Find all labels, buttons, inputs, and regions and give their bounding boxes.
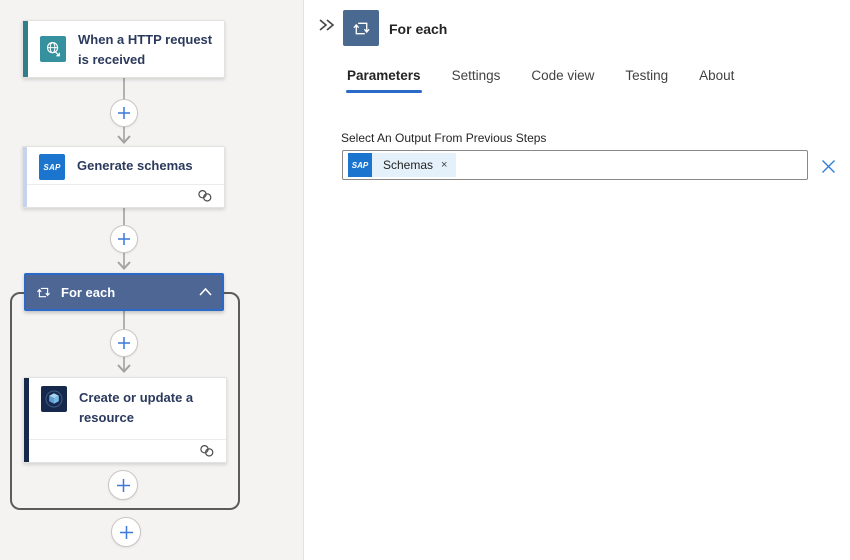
action-card-title: Generate schemas [77, 154, 193, 176]
schemas-token[interactable]: SAP Schemas × [348, 153, 456, 177]
action-details-panel: For each Parameters Settings Code view T… [303, 0, 850, 560]
trigger-card-title: When a HTTP request is received [78, 28, 214, 70]
trigger-card-when-http-request-received[interactable]: When a HTTP request is received [22, 20, 225, 78]
action-card-create-or-update-resource[interactable]: Create or update a resource [23, 377, 227, 463]
insert-step-button[interactable] [110, 329, 138, 357]
token-text: Schemas [383, 158, 433, 172]
connector-arrow-icon [117, 135, 131, 144]
clear-selection-button[interactable] [816, 154, 840, 178]
double-chevron-right-icon [318, 18, 335, 32]
workflow-canvas[interactable]: When a HTTP request is received SAP Gene… [0, 0, 303, 560]
connection-icon [198, 444, 216, 458]
for-each-loop-icon [36, 285, 51, 300]
insert-step-button[interactable] [110, 99, 138, 127]
tab-parameters[interactable]: Parameters [346, 66, 422, 93]
panel-title: For each [389, 21, 447, 37]
action-card-for-each-selected[interactable]: For each [24, 273, 224, 311]
select-output-field-label: Select An Output From Previous Steps [341, 131, 546, 145]
for-each-card-title: For each [61, 285, 115, 300]
tab-testing[interactable]: Testing [624, 66, 669, 93]
sap-token-icon: SAP [348, 153, 372, 177]
insert-step-button[interactable] [111, 517, 141, 547]
tab-about[interactable]: About [698, 66, 735, 93]
for-each-panel-icon [343, 10, 379, 46]
http-request-icon [40, 36, 66, 62]
action-card-title: Create or update a resource [79, 386, 216, 428]
logic-app-designer: When a HTTP request is received SAP Gene… [0, 0, 850, 560]
select-output-combobox[interactable]: SAP Schemas × [342, 150, 808, 180]
tab-code-view[interactable]: Code view [530, 66, 595, 93]
clear-x-icon [821, 159, 836, 174]
connector-arrow-icon [117, 261, 131, 270]
insert-step-button[interactable] [110, 225, 138, 253]
sap-connector-icon: SAP [39, 154, 65, 180]
insert-step-button[interactable] [108, 470, 138, 500]
collapse-scope-chevron-up-icon[interactable] [199, 288, 212, 296]
action-card-generate-schemas[interactable]: SAP Generate schemas [22, 146, 225, 208]
remove-token-icon[interactable]: × [441, 159, 447, 171]
connection-icon [196, 189, 214, 203]
panel-tabs: Parameters Settings Code view Testing Ab… [346, 66, 735, 93]
azure-resource-cube-icon [41, 386, 67, 412]
collapse-panel-button[interactable] [314, 13, 338, 37]
tab-settings[interactable]: Settings [451, 66, 502, 93]
